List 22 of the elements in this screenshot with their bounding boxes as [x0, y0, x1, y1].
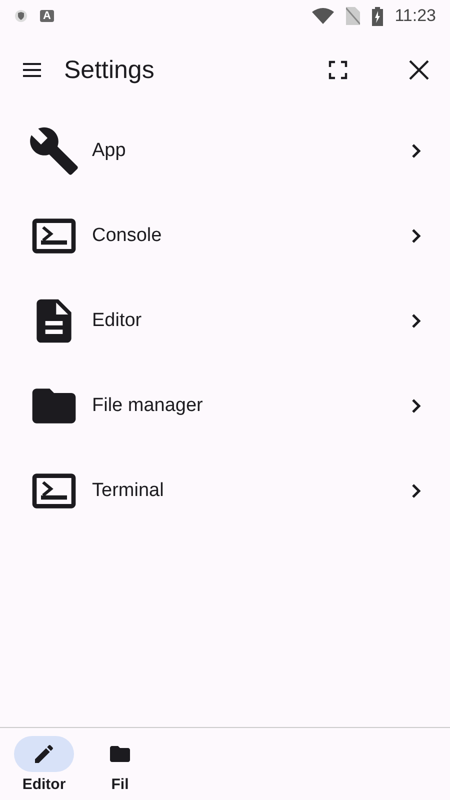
settings-item[interactable]: Terminal [0, 448, 450, 533]
item-label: Console [92, 224, 163, 246]
no-sim-icon [346, 7, 360, 25]
status-time: 11:23 [394, 6, 436, 26]
item-label: Editor [92, 310, 143, 332]
item-label: File manager [92, 394, 204, 416]
settings-item[interactable]: App [0, 108, 450, 193]
item-label: Terminal [92, 480, 165, 502]
close-button[interactable] [408, 59, 430, 81]
nav-tab[interactable]: Fil [82, 734, 158, 794]
wrench-icon [28, 124, 80, 176]
notification-label: A [40, 10, 54, 22]
nav-tab[interactable]: Editor [6, 734, 82, 794]
app-bar-title: Settings [64, 56, 154, 84]
wifi-icon [312, 8, 334, 24]
item-label: App [92, 140, 127, 162]
battery-charging-icon [372, 6, 383, 26]
settings-item[interactable]: File manager [0, 363, 450, 448]
settings-item[interactable]: Editor [0, 278, 450, 363]
shield-icon [14, 9, 28, 23]
fullscreen-button[interactable] [328, 60, 348, 80]
settings-item[interactable]: Console [0, 193, 450, 278]
